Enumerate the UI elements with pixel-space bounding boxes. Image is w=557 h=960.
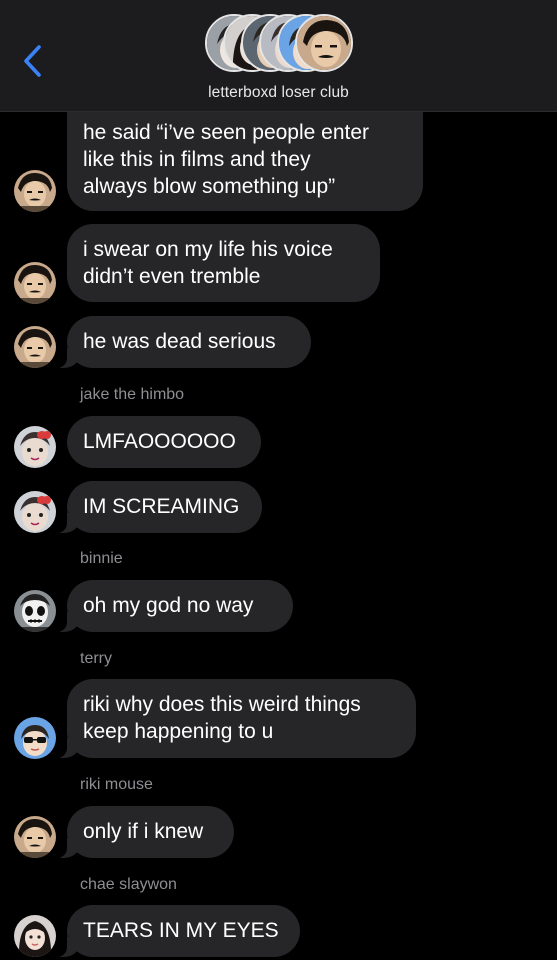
- avatar[interactable]: [14, 426, 56, 468]
- avatar[interactable]: [14, 326, 56, 368]
- message-bubble[interactable]: he said “i’ve seen people enter like thi…: [67, 111, 423, 211]
- message-bubble[interactable]: IM SCREAMING: [57, 481, 262, 533]
- message-text: riki why does this weird things keep hap…: [83, 693, 361, 743]
- message-bubble[interactable]: LMFAOOOOOO: [67, 416, 261, 468]
- avatar[interactable]: [14, 915, 56, 957]
- group-title[interactable]: letterboxd loser club: [0, 84, 557, 102]
- sender-name: riki mouse: [80, 776, 153, 793]
- message-bubble[interactable]: oh my god no way: [57, 580, 293, 632]
- message-text: he said “i’ve seen people enter like thi…: [83, 121, 370, 198]
- sender-name: binnie: [80, 550, 123, 567]
- avatar[interactable]: [14, 491, 56, 533]
- chat-header: letterboxd loser club: [0, 0, 557, 112]
- avatar: [295, 14, 353, 72]
- message-bubble[interactable]: TEARS IN MY EYES: [57, 905, 300, 957]
- message-text: i swear on my life his voice didn’t even…: [83, 238, 333, 288]
- message-bubble[interactable]: only if i knew: [57, 806, 234, 858]
- avatar[interactable]: [14, 816, 56, 858]
- message-text: TEARS IN MY EYES: [83, 919, 279, 942]
- group-avatar-stack[interactable]: [205, 14, 355, 76]
- avatar[interactable]: [14, 590, 56, 632]
- avatar[interactable]: [14, 262, 56, 304]
- message-text: only if i knew: [83, 820, 204, 843]
- message-text: IM SCREAMING: [83, 495, 240, 518]
- message-bubble[interactable]: he was dead serious: [57, 316, 311, 368]
- back-button[interactable]: [18, 42, 48, 80]
- message-text: he was dead serious: [83, 330, 276, 353]
- chevron-left-icon: [24, 45, 41, 77]
- avatar[interactable]: [14, 170, 56, 212]
- message-bubble[interactable]: riki why does this weird things keep hap…: [57, 679, 416, 758]
- message-bubble[interactable]: i swear on my life his voice didn’t even…: [67, 224, 380, 302]
- message-text: oh my god no way: [83, 594, 254, 617]
- sender-name: chae slaywon: [80, 876, 177, 893]
- avatar[interactable]: [14, 717, 56, 759]
- sender-name: terry: [80, 650, 112, 667]
- message-text: LMFAOOOOOO: [83, 430, 236, 453]
- sender-name: jake the himbo: [80, 386, 185, 403]
- message-list: he said “i’ve seen people enter like thi…: [0, 0, 557, 960]
